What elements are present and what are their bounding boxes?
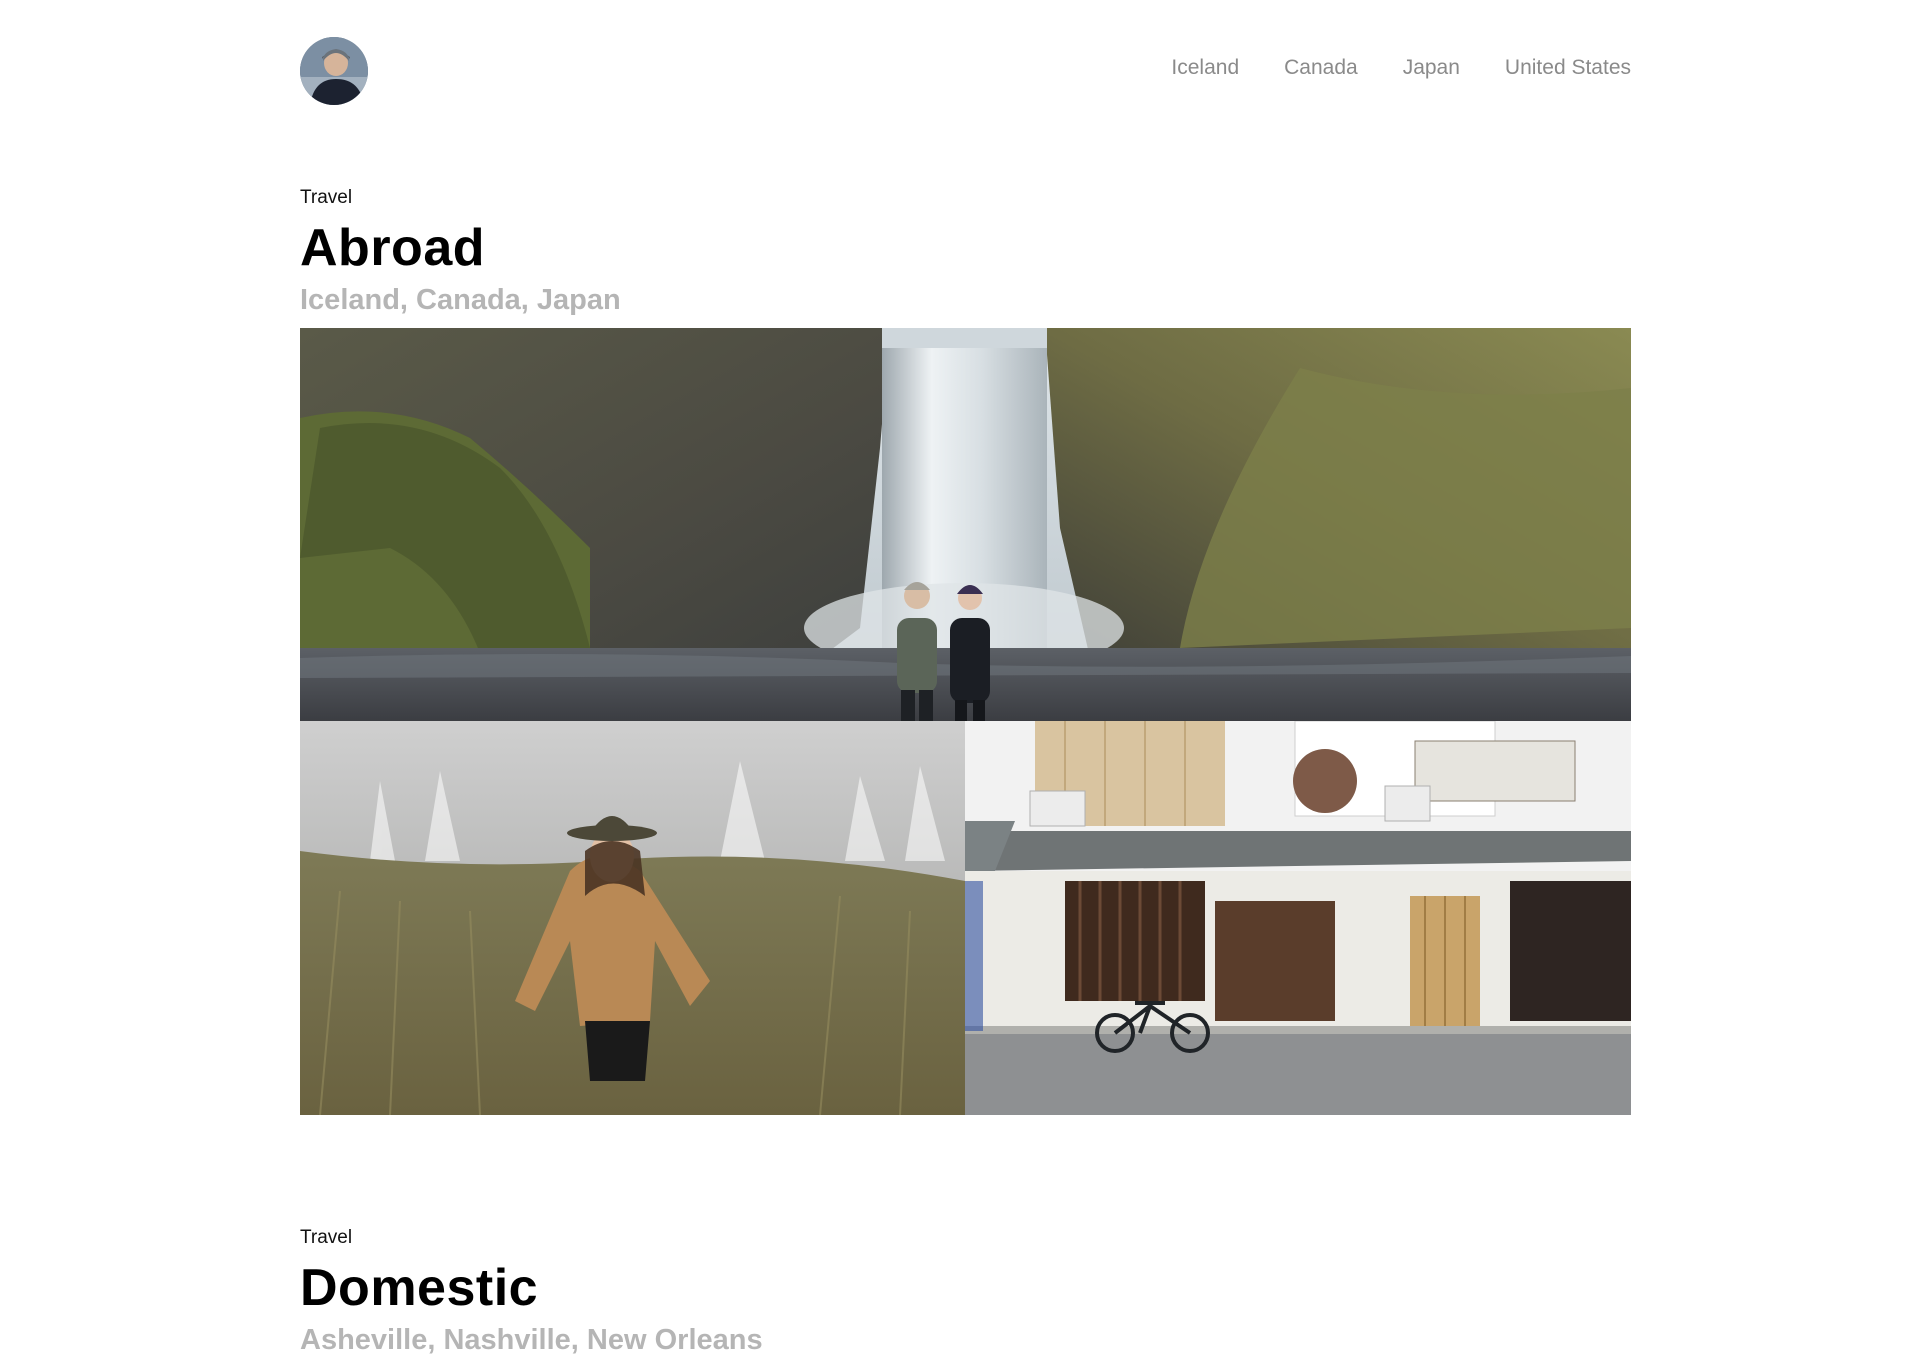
- street-image: [965, 721, 1631, 1115]
- section-subtitle: Asheville, Nashville, New Orleans: [300, 1324, 763, 1356]
- section-domestic: Travel Domestic Asheville, Nashville, Ne…: [300, 1228, 1631, 1355]
- photo-gallery-abroad: [300, 328, 1631, 1115]
- nav-link-canada[interactable]: Canada: [1284, 56, 1358, 80]
- field-image: [300, 721, 965, 1115]
- avatar[interactable]: [300, 37, 368, 105]
- nav-link-united-states[interactable]: United States: [1505, 56, 1631, 80]
- section-abroad: Travel Abroad Iceland, Canada, Japan: [300, 188, 1631, 315]
- nav-link-iceland[interactable]: Iceland: [1171, 56, 1239, 80]
- photo-japan-street[interactable]: [965, 721, 1631, 1115]
- photo-waterfall[interactable]: [300, 328, 1631, 721]
- person-icon: [300, 37, 368, 105]
- site-header: Iceland Canada Japan United States: [300, 37, 1631, 105]
- section-eyebrow: Travel: [300, 1227, 353, 1248]
- waterfall-image: [300, 328, 1631, 721]
- photo-woman-field[interactable]: [300, 721, 965, 1115]
- section-title[interactable]: Abroad: [300, 222, 1631, 274]
- section-eyebrow: Travel: [300, 187, 353, 208]
- section-subtitle: Iceland, Canada, Japan: [300, 284, 621, 316]
- main-nav: Iceland Canada Japan United States: [1171, 56, 1631, 80]
- section-title[interactable]: Domestic: [300, 1262, 1631, 1314]
- nav-link-japan[interactable]: Japan: [1403, 56, 1460, 80]
